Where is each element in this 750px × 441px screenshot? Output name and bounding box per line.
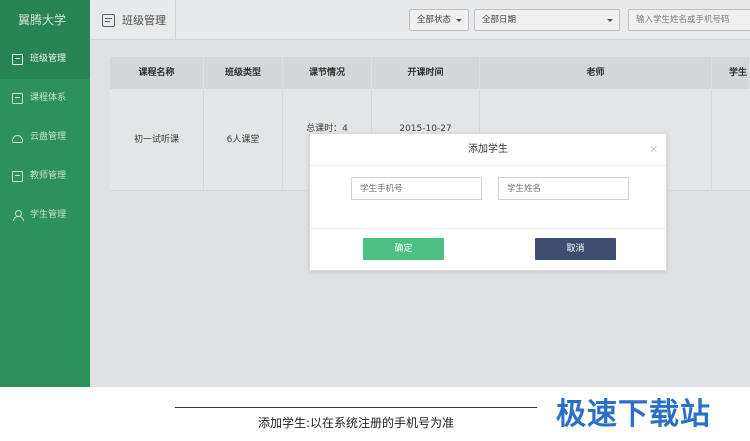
add-student-dialog: 添加学生 × 确定 取消 [309,133,667,271]
student-phone-input[interactable] [351,177,482,200]
app-root: 翼腾大学 班级管理 课程体系 云盘管理 教师管理 学生管理 班级管理 全部状态 … [0,0,750,441]
dialog-divider [310,228,666,229]
caption-text: 添加学生:以在系统注册的手机号为准 [257,416,455,430]
close-icon[interactable]: × [650,134,658,166]
watermark-logo: 极速下载站 [556,397,711,432]
dialog-title: 添加学生 [468,144,508,155]
confirm-button[interactable]: 确定 [363,238,444,260]
dialog-header: 添加学生 × [310,134,666,166]
cancel-button[interactable]: 取消 [535,238,616,260]
student-name-input[interactable] [498,177,629,200]
caption-underline [175,407,537,408]
